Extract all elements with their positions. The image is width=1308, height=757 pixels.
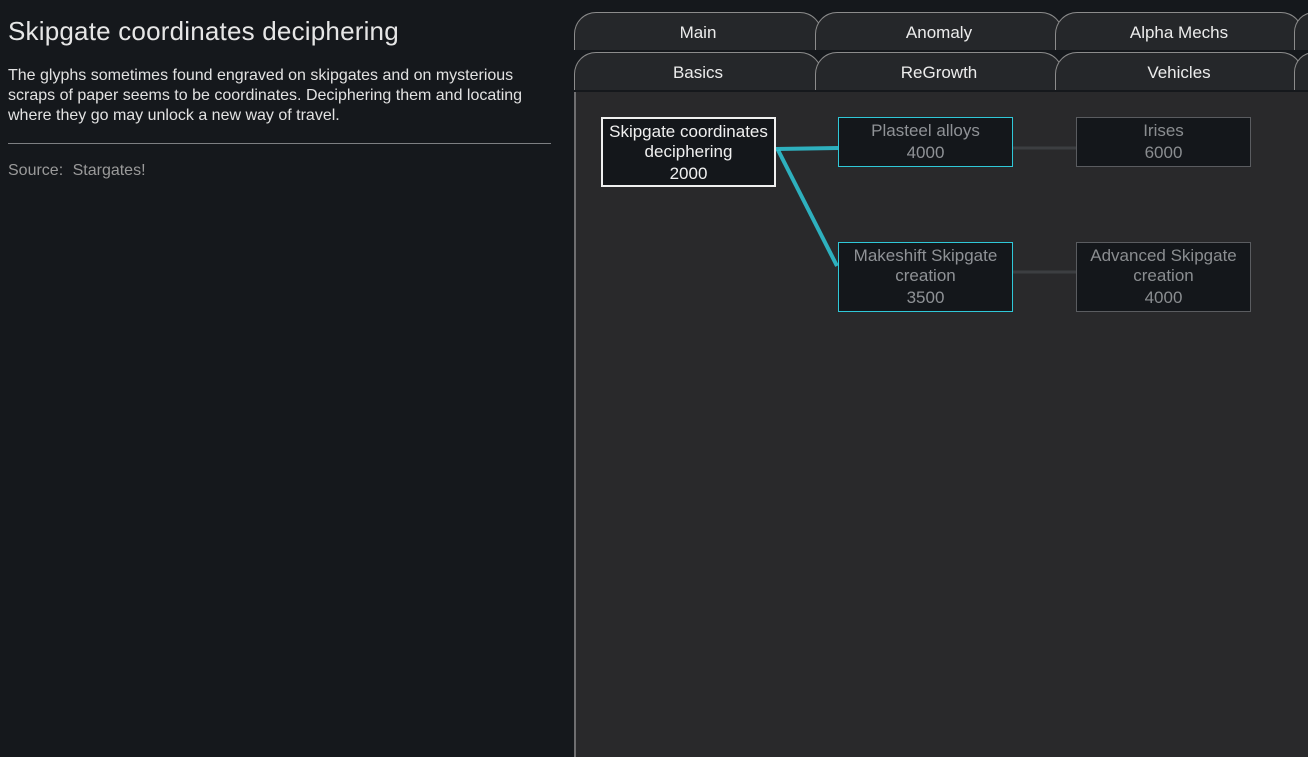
divider <box>8 143 551 144</box>
node-label: Advanced Skipgate creation <box>1090 246 1237 285</box>
research-node-irises[interactable]: Irises 6000 <box>1076 117 1251 167</box>
node-label: Irises <box>1143 121 1184 140</box>
tab-anomaly[interactable]: Anomaly <box>815 12 1063 50</box>
node-cost: 2000 <box>669 164 708 183</box>
tab-alpha-mechs[interactable]: Alpha Mechs <box>1055 12 1303 50</box>
node-cost: 4000 <box>906 143 945 162</box>
node-label: Plasteel alloys <box>871 121 980 140</box>
research-description: The glyphs sometimes found engraved on s… <box>8 67 523 124</box>
research-detail-panel: Skipgate coordinates deciphering The gly… <box>0 0 575 757</box>
research-tree-area[interactable] <box>574 92 1308 757</box>
research-node-skipgate-coordinates[interactable]: Skipgate coordinates deciphering 2000 <box>601 117 776 187</box>
tab-main[interactable]: Main <box>574 12 822 50</box>
node-label: Makeshift Skipgate creation <box>853 246 998 285</box>
tab-vehicles[interactable]: Vehicles <box>1055 52 1303 90</box>
node-cost: 3500 <box>906 288 945 307</box>
research-source: Source: Stargates! <box>8 162 146 180</box>
research-node-plasteel-alloys[interactable]: Plasteel alloys 4000 <box>838 117 1013 167</box>
research-title: Skipgate coordinates deciphering <box>8 16 399 46</box>
tab-basics[interactable]: Basics <box>574 52 822 90</box>
node-cost: 6000 <box>1144 143 1183 162</box>
tab-regrowth[interactable]: ReGrowth <box>815 52 1063 90</box>
research-node-advanced-skipgate[interactable]: Advanced Skipgate creation 4000 <box>1076 242 1251 312</box>
source-label: Source: <box>8 162 64 179</box>
source-value: Stargates! <box>72 162 146 179</box>
research-tab-bar: Main Anomaly Alpha Mechs Basics ReGrowth… <box>574 12 1308 92</box>
node-label: Skipgate coordinates deciphering <box>609 122 768 161</box>
node-cost: 4000 <box>1144 288 1183 307</box>
research-node-makeshift-skipgate[interactable]: Makeshift Skipgate creation 3500 <box>838 242 1013 312</box>
